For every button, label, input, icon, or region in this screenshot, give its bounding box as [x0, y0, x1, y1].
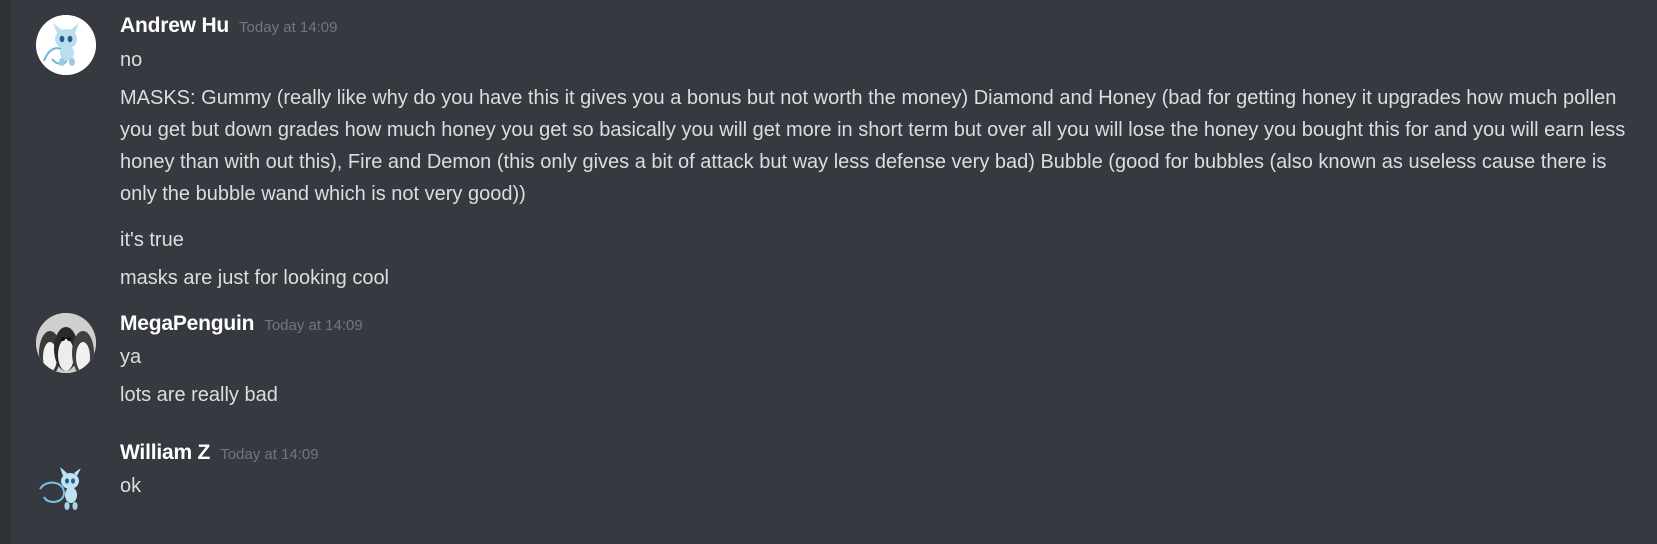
message-list: Andrew Hu Today at 14:09 no MASKS: Gummy …	[11, 0, 1657, 544]
message-header: MegaPenguin Today at 14:09	[120, 312, 363, 342]
username[interactable]: William Z	[120, 441, 210, 464]
message-text: masks are just for looking cool	[120, 267, 390, 289]
timestamp[interactable]: Today at 14:09	[264, 317, 362, 334]
message-text: no	[120, 49, 143, 71]
message-text: MASKS: Gummy (really like why do you hav…	[120, 87, 1626, 205]
user-avatar[interactable]	[36, 15, 96, 75]
message-text: ok	[120, 475, 142, 497]
username[interactable]: Andrew Hu	[120, 14, 229, 37]
message-header: Andrew Hu Today at 14:09	[120, 14, 337, 44]
message-text: lots are really bad	[120, 384, 278, 406]
username[interactable]: MegaPenguin	[120, 312, 255, 335]
mew-avatar-icon	[36, 15, 96, 75]
message-text: ya	[120, 346, 142, 368]
user-avatar[interactable]	[36, 465, 96, 525]
sidebar-edge	[0, 0, 11, 544]
timestamp[interactable]: Today at 14:09	[220, 446, 318, 463]
penguins-avatar-icon	[36, 313, 96, 373]
mew-avatar-icon	[39, 467, 81, 510]
message-text: it's true	[120, 229, 184, 251]
user-avatar[interactable]	[36, 313, 96, 373]
message-header: William Z Today at 14:09	[120, 441, 319, 471]
timestamp[interactable]: Today at 14:09	[239, 19, 337, 36]
